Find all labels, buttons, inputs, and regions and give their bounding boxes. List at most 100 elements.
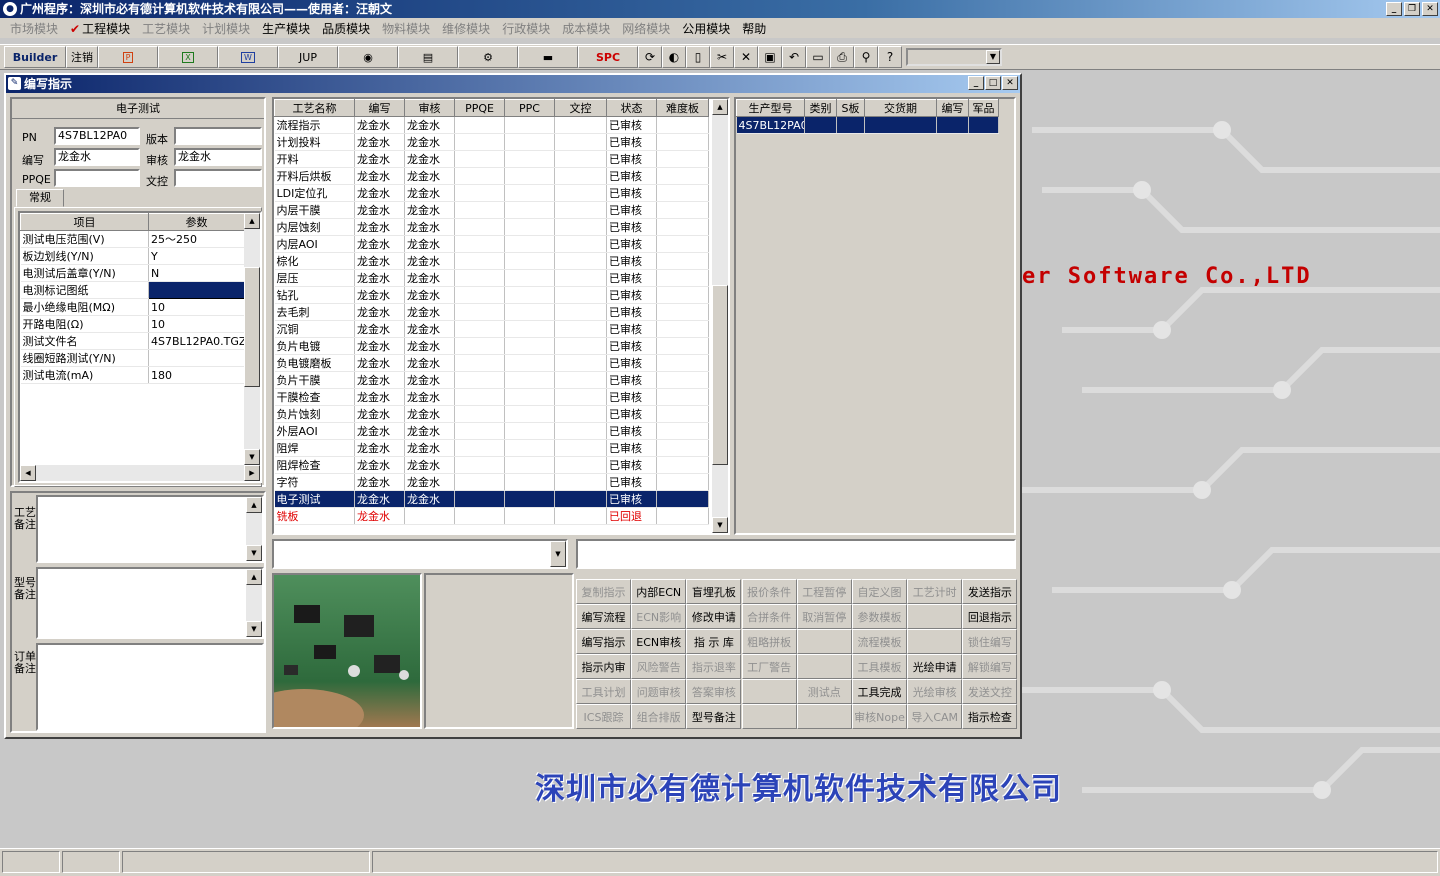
table-row[interactable]: 电子测试 龙金水 龙金水 已审核 [274, 490, 709, 508]
column-header[interactable]: PPC [504, 99, 555, 117]
menu-item-12[interactable]: 帮助 [736, 20, 772, 37]
scroll-up-icon[interactable]: ▲ [712, 99, 728, 115]
table-row[interactable]: 线圈短路测试(Y/N) [20, 349, 245, 367]
internet-icon[interactable]: ◐ [662, 46, 686, 68]
action-button-40[interactable]: ICS跟踪 [576, 704, 631, 729]
action-button-23[interactable]: 锁住编写 [962, 629, 1018, 654]
table-row[interactable]: 开路电阻(Ω) 10 [20, 315, 245, 333]
column-header[interactable]: 生产型号 [736, 99, 805, 117]
table-row[interactable]: 测试文件名 4S7BL12PA0.TGZ [20, 332, 245, 350]
action-button-37[interactable]: 工具完成 [852, 679, 907, 704]
tab-process-notes[interactable]: 工艺备注 [14, 507, 36, 531]
chevron-down-icon[interactable]: ▼ [986, 50, 1000, 64]
action-button-16[interactable]: 编写指示 [576, 629, 631, 654]
table-row[interactable]: 外层AOI 龙金水 龙金水 已审核 [274, 422, 709, 440]
action-button-8[interactable]: 编写流程 [576, 604, 631, 629]
process-search-combo[interactable]: ▼ [272, 539, 568, 569]
jup-button[interactable]: JUP [278, 46, 338, 68]
menu-item-11[interactable]: 公用模块 [676, 20, 736, 37]
action-button-44[interactable] [796, 704, 852, 729]
review-field[interactable]: 龙金水 [174, 148, 262, 166]
help-icon[interactable]: ? [878, 46, 902, 68]
powerpoint-icon[interactable]: P [98, 46, 158, 68]
action-button-7[interactable]: 发送指示 [962, 579, 1018, 604]
menu-item-6[interactable]: 物料模块 [376, 20, 436, 37]
logout-button[interactable]: 注销 [66, 46, 98, 68]
action-button-1[interactable]: 内部ECN [631, 579, 687, 604]
scroll-thumb[interactable] [712, 285, 728, 465]
column-header[interactable]: 交货期 [864, 99, 937, 117]
column-header[interactable]: 军品 [968, 99, 999, 117]
action-button-19[interactable]: 粗略拼板 [741, 629, 797, 654]
table-row[interactable]: 阻焊检查 龙金水 龙金水 已审核 [274, 456, 709, 474]
word-icon[interactable]: W [218, 46, 278, 68]
table-row[interactable]: 负片蚀刻 龙金水 龙金水 已审核 [274, 405, 709, 423]
scroll-thumb[interactable] [244, 267, 260, 387]
action-button-22[interactable] [907, 629, 963, 654]
table-row[interactable]: 层压 龙金水 龙金水 已审核 [274, 269, 709, 287]
table-row[interactable]: 干膜检查 龙金水 龙金水 已审核 [274, 388, 709, 406]
param-vscroll[interactable]: ▲ ▼ [244, 213, 260, 465]
restore-button[interactable]: ❐ [1404, 2, 1420, 16]
menu-item-7[interactable]: 维修模块 [436, 20, 496, 37]
action-button-5[interactable]: 自定义图 [852, 579, 907, 604]
new-file-icon[interactable]: ▯ [686, 46, 710, 68]
scroll-down-icon[interactable]: ▼ [244, 449, 260, 465]
action-button-39[interactable]: 发送文控 [962, 679, 1018, 704]
database-icon[interactable]: ▤ [398, 46, 458, 68]
scroll-up-icon[interactable]: ▲ [246, 569, 262, 585]
ppqe-field[interactable] [54, 169, 140, 187]
column-header[interactable]: 审核 [404, 99, 455, 117]
action-button-11[interactable]: 合拼条件 [741, 604, 797, 629]
column-header[interactable]: 状态 [606, 99, 657, 117]
refresh-icon[interactable]: ⟳ [638, 46, 662, 68]
table-row[interactable]: 4S7BL12PA0 [736, 116, 999, 134]
column-header[interactable]: PPQE [454, 99, 505, 117]
table-row[interactable]: 电测标记图纸 [20, 281, 245, 299]
action-button-26[interactable]: 指示退率 [686, 654, 742, 679]
printer-device-icon[interactable]: ▬ [518, 46, 578, 68]
column-header[interactable]: 编写 [354, 99, 405, 117]
menu-item-3[interactable]: 计划模块 [196, 20, 256, 37]
table-row[interactable]: 内层蚀刻 龙金水 龙金水 已审核 [274, 218, 709, 236]
action-button-6[interactable]: 工艺计时 [907, 579, 963, 604]
delete-icon[interactable]: ✕ [734, 46, 758, 68]
action-button-41[interactable]: 组合排版 [631, 704, 687, 729]
action-button-15[interactable]: 回退指示 [962, 604, 1018, 629]
tab-general[interactable]: 常规 [16, 189, 64, 207]
table-row[interactable]: 负片电镀 龙金水 龙金水 已审核 [274, 337, 709, 355]
table-row[interactable]: 钻孔 龙金水 龙金水 已审核 [274, 286, 709, 304]
save-icon[interactable]: ▣ [758, 46, 782, 68]
table-row[interactable]: 字符 龙金水 龙金水 已审核 [274, 473, 709, 491]
tab-model-notes[interactable]: 型号备注 [14, 577, 36, 601]
chevron-down-icon[interactable]: ▼ [550, 541, 566, 567]
action-button-46[interactable]: 导入CAM [907, 704, 963, 729]
column-header[interactable]: 项目 [20, 213, 149, 231]
action-button-4[interactable]: 工程暂停 [796, 579, 852, 604]
process-vscroll[interactable]: ▲ ▼ [712, 99, 728, 533]
undo-icon[interactable]: ↶ [782, 46, 806, 68]
model-search-input[interactable] [576, 539, 1016, 569]
table-row[interactable]: LDI定位孔 龙金水 龙金水 已审核 [274, 184, 709, 202]
action-button-17[interactable]: ECN审核 [631, 629, 687, 654]
action-button-14[interactable] [907, 604, 963, 629]
excel-icon[interactable]: X [158, 46, 218, 68]
table-row[interactable]: 内层AOI 龙金水 龙金水 已审核 [274, 235, 709, 253]
sub-minimize-button[interactable]: _ [968, 76, 984, 90]
scroll-down-icon[interactable]: ▼ [246, 621, 262, 637]
cut-icon[interactable]: ✂ [710, 46, 734, 68]
menu-item-4[interactable]: 生产模块 [256, 20, 316, 37]
action-button-25[interactable]: 风险警告 [631, 654, 687, 679]
action-button-33[interactable]: 问题审核 [631, 679, 687, 704]
action-button-31[interactable]: 解锁编写 [962, 654, 1018, 679]
action-button-24[interactable]: 指示内审 [576, 654, 631, 679]
scroll-up-icon[interactable]: ▲ [246, 497, 262, 513]
action-button-10[interactable]: 修改申请 [686, 604, 742, 629]
close-button[interactable]: ✕ [1422, 2, 1438, 16]
action-button-29[interactable]: 工具模板 [852, 654, 907, 679]
gears-icon[interactable]: ⚙ [458, 46, 518, 68]
tab-order-notes[interactable]: 订单备注 [14, 651, 36, 675]
table-row[interactable]: 测试电流(mA) 180 [20, 366, 245, 384]
scroll-down-icon[interactable]: ▼ [246, 545, 262, 561]
table-row[interactable]: 负片干膜 龙金水 龙金水 已审核 [274, 371, 709, 389]
